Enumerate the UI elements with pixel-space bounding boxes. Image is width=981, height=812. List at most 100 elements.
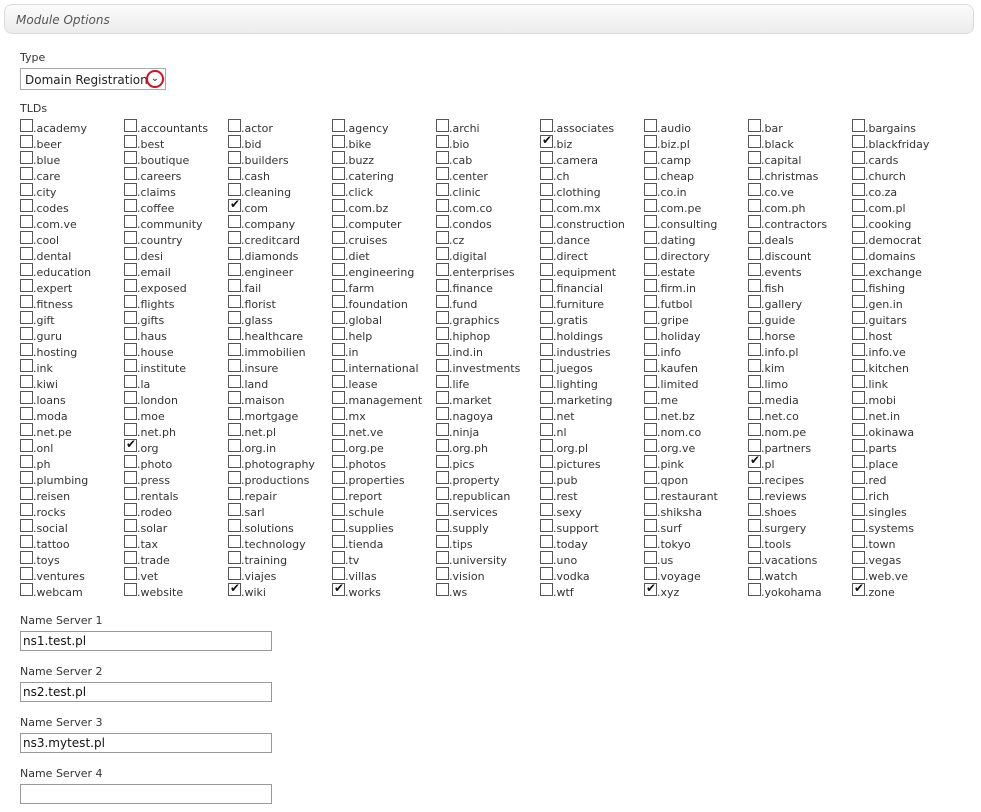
tld-checkbox[interactable] [436, 279, 449, 292]
tld-checkbox[interactable] [644, 183, 657, 196]
tld-checkbox[interactable] [332, 407, 345, 420]
tld-checkbox[interactable] [436, 327, 449, 340]
tld-checkbox[interactable] [540, 167, 553, 180]
tld-option[interactable]: .discount [748, 247, 852, 263]
tld-checkbox[interactable] [748, 135, 761, 148]
tld-option[interactable]: .firm.in [644, 279, 748, 295]
tld-option[interactable]: .buzz [332, 151, 436, 167]
tld-checkbox[interactable] [852, 439, 865, 452]
tld-option[interactable]: .watch [748, 567, 852, 583]
tld-option[interactable]: .website [124, 583, 228, 599]
tld-option[interactable]: .technology [228, 535, 332, 551]
tld-checkbox[interactable] [332, 567, 345, 580]
tld-checkbox[interactable] [332, 535, 345, 548]
tld-checkbox[interactable] [332, 295, 345, 308]
tld-option[interactable]: .clothing [540, 183, 644, 199]
tld-option[interactable]: .help [332, 327, 436, 343]
tld-checkbox[interactable] [332, 455, 345, 468]
tld-checkbox[interactable] [228, 581, 241, 596]
tld-checkbox[interactable] [644, 375, 657, 388]
tld-option[interactable]: .info [644, 343, 748, 359]
tld-checkbox[interactable] [540, 263, 553, 276]
tld-checkbox[interactable] [228, 327, 241, 340]
tld-checkbox[interactable] [20, 359, 33, 372]
tld-option[interactable]: .ind.in [436, 343, 540, 359]
tld-option[interactable]: .events [748, 263, 852, 279]
tld-checkbox[interactable] [124, 551, 137, 564]
tld-option[interactable]: .furniture [540, 295, 644, 311]
tld-checkbox[interactable] [20, 327, 33, 340]
tld-checkbox[interactable] [20, 263, 33, 276]
tld-option[interactable]: .associates [540, 119, 644, 135]
tld-option[interactable]: .photos [332, 455, 436, 471]
tld-option[interactable]: .exposed [124, 279, 228, 295]
tld-checkbox[interactable] [124, 519, 137, 532]
tld-checkbox[interactable] [644, 215, 657, 228]
tld-checkbox[interactable] [644, 199, 657, 212]
tld-option[interactable]: .cash [228, 167, 332, 183]
tld-option[interactable]: .cleaning [228, 183, 332, 199]
tld-option[interactable]: .farm [332, 279, 436, 295]
tld-checkbox[interactable] [332, 423, 345, 436]
tld-checkbox[interactable] [644, 519, 657, 532]
tld-checkbox[interactable] [436, 503, 449, 516]
tld-option[interactable]: .diet [332, 247, 436, 263]
tld-option[interactable]: .flights [124, 295, 228, 311]
tld-option[interactable]: .agency [332, 119, 436, 135]
tld-option[interactable]: .kitchen [852, 359, 956, 375]
tld-option[interactable]: .christmas [748, 167, 852, 183]
tld-checkbox[interactable] [332, 391, 345, 404]
tld-checkbox[interactable] [124, 311, 137, 324]
tld-checkbox[interactable] [124, 503, 137, 516]
tld-checkbox[interactable] [124, 231, 137, 244]
tld-option[interactable]: .org [124, 437, 228, 455]
tld-checkbox[interactable] [540, 295, 553, 308]
tld-option[interactable]: .services [436, 503, 540, 519]
tld-checkbox[interactable] [748, 567, 761, 580]
tld-checkbox[interactable] [332, 215, 345, 228]
tld-checkbox[interactable] [644, 455, 657, 468]
tld-option[interactable]: .financial [540, 279, 644, 295]
tld-option[interactable]: .biz.pl [644, 135, 748, 151]
tld-option[interactable]: .shoes [748, 503, 852, 519]
tld-option[interactable]: .zone [852, 581, 956, 599]
tld-option[interactable]: .domains [852, 247, 956, 263]
tld-checkbox[interactable] [20, 343, 33, 356]
tld-checkbox[interactable] [228, 471, 241, 484]
tld-checkbox[interactable] [20, 375, 33, 388]
tld-option[interactable]: .construction [540, 215, 644, 231]
tld-option[interactable]: .moda [20, 407, 124, 423]
tld-checkbox[interactable] [852, 295, 865, 308]
tld-checkbox[interactable] [20, 551, 33, 564]
tld-checkbox[interactable] [436, 183, 449, 196]
tld-checkbox[interactable] [748, 231, 761, 244]
tld-option[interactable]: .juegos [540, 359, 644, 375]
tld-option[interactable]: .toys [20, 551, 124, 567]
tld-checkbox[interactable] [20, 199, 33, 212]
tld-option[interactable]: .dental [20, 247, 124, 263]
tld-option[interactable]: .co.za [852, 183, 956, 199]
tld-checkbox[interactable] [644, 247, 657, 260]
tld-option[interactable]: .country [124, 231, 228, 247]
tld-checkbox[interactable] [20, 119, 33, 132]
tld-option[interactable]: .net.ph [124, 423, 228, 439]
tld-option[interactable]: .kim [748, 359, 852, 375]
tld-option[interactable]: .computer [332, 215, 436, 231]
tld-option[interactable]: .fish [748, 279, 852, 295]
tld-checkbox[interactable] [540, 279, 553, 292]
tld-option[interactable]: .hosting [20, 343, 124, 359]
tld-checkbox[interactable] [540, 407, 553, 420]
tld-checkbox[interactable] [852, 519, 865, 532]
tld-option[interactable]: .sexy [540, 503, 644, 519]
tld-option[interactable]: .wiki [228, 581, 332, 599]
tld-checkbox[interactable] [644, 327, 657, 340]
tld-checkbox[interactable] [436, 519, 449, 532]
tld-checkbox[interactable] [436, 343, 449, 356]
tld-option[interactable]: .shiksha [644, 503, 748, 519]
tld-option[interactable]: .condos [436, 215, 540, 231]
tld-checkbox[interactable] [332, 183, 345, 196]
tld-checkbox[interactable] [228, 167, 241, 180]
tld-checkbox[interactable] [540, 583, 553, 596]
tld-option[interactable]: .solar [124, 519, 228, 535]
tld-option[interactable]: .tienda [332, 535, 436, 551]
